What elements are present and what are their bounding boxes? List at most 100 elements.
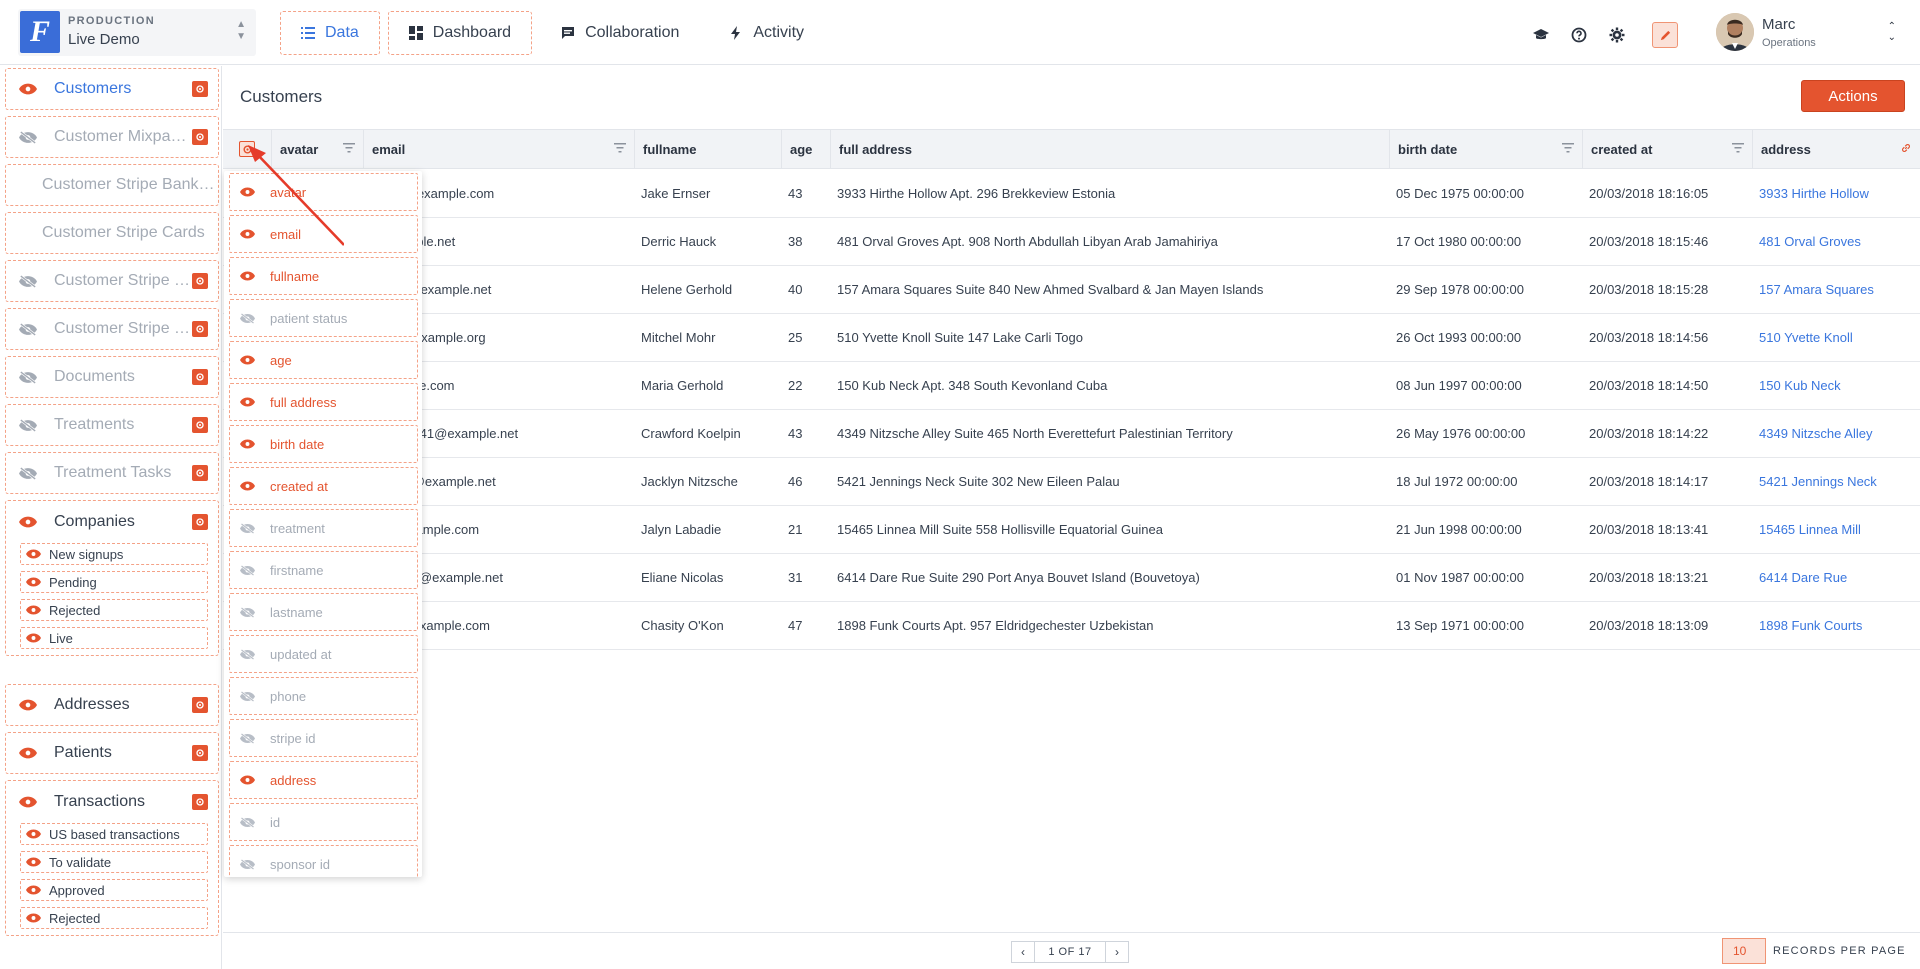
- eye-icon[interactable]: [240, 439, 258, 449]
- table-row[interactable]: @example.comMaria Gerhold22150 Kub Neck …: [223, 362, 1920, 410]
- eye-slash-icon[interactable]: [240, 816, 258, 828]
- table-row[interactable]: 9@example.netDerric Hauck38481 Orval Gro…: [223, 218, 1920, 266]
- gear-icon[interactable]: [192, 514, 208, 530]
- sidebar-item-companies[interactable]: Companies: [6, 501, 218, 543]
- eye-icon[interactable]: [240, 271, 258, 281]
- eye-icon[interactable]: [26, 549, 42, 559]
- eye-slash-icon[interactable]: [240, 648, 258, 660]
- segment-new-signups[interactable]: New signups: [20, 543, 208, 565]
- column-toggle-item[interactable]: phone: [229, 677, 418, 715]
- column-toggle-item[interactable]: patient status: [229, 299, 418, 337]
- gear-icon[interactable]: [192, 369, 208, 385]
- tab-collaboration[interactable]: Collaboration: [540, 11, 700, 55]
- eye-icon[interactable]: [16, 696, 40, 714]
- column-toggle-item[interactable]: fullname: [229, 257, 418, 295]
- eye-icon[interactable]: [26, 633, 42, 643]
- cell-address[interactable]: 6414 Dare Rue: [1759, 554, 1917, 601]
- sidebar-item-addresses[interactable]: Addresses: [5, 684, 219, 726]
- gear-icon[interactable]: [192, 417, 208, 433]
- segment-live[interactable]: Live: [20, 627, 208, 649]
- pencil-icon[interactable]: [1652, 22, 1678, 48]
- sidebar-item-customer-stripe-bank[interactable]: Customer Stripe Bank Accounts: [5, 164, 219, 206]
- eye-icon[interactable]: [16, 516, 40, 528]
- table-row[interactable]: nitzsche@example.net Jacklyn Nitzsche 46 54…: [223, 458, 1920, 506]
- segment-rejected[interactable]: Rejected: [20, 907, 208, 929]
- table-row[interactable]: nicolas42@example.net Eliane Nicolas 31 641…: [223, 554, 1920, 602]
- column-toggle-item[interactable]: id: [229, 803, 418, 841]
- help-icon[interactable]: [1570, 26, 1588, 44]
- column-header-fullname[interactable]: fullname: [634, 130, 781, 168]
- column-toggle-item[interactable]: sponsor id: [229, 845, 418, 877]
- table-row[interactable]: adie@example.comJalyn Labadie2115465 Lin…: [223, 506, 1920, 554]
- user-menu[interactable]: Marc Operations ⌃ ⌄: [1716, 13, 1896, 53]
- eye-icon[interactable]: [16, 80, 40, 98]
- eye-icon[interactable]: [26, 577, 42, 587]
- column-header-email[interactable]: email: [363, 130, 634, 168]
- eye-icon[interactable]: [240, 775, 258, 785]
- eye-icon[interactable]: [26, 605, 42, 615]
- column-header-created-at[interactable]: created at: [1582, 130, 1752, 168]
- column-toggle-item[interactable]: age: [229, 341, 418, 379]
- gear-icon[interactable]: [1608, 26, 1626, 44]
- eye-icon[interactable]: [26, 857, 42, 867]
- tab-activity[interactable]: Activity: [708, 11, 825, 55]
- sidebar-item-patients[interactable]: Patients: [5, 732, 219, 774]
- column-toggle-item[interactable]: birth date: [229, 425, 418, 463]
- filter-icon[interactable]: [614, 143, 626, 153]
- eye-slash-icon[interactable]: [16, 464, 40, 482]
- table-row[interactable]: gerhold@example.net Helene Gerhold 40 157 A…: [223, 266, 1920, 314]
- cell-address[interactable]: 3933 Hirthe Hollow: [1759, 170, 1917, 217]
- sidebar-item-customers[interactable]: Customers: [5, 68, 219, 110]
- cell-address[interactable]: 481 Orval Groves: [1759, 218, 1917, 265]
- actions-button[interactable]: Actions: [1801, 80, 1905, 112]
- records-per-page-input[interactable]: 10: [1722, 938, 1766, 964]
- eye-icon[interactable]: [26, 885, 42, 895]
- eye-icon[interactable]: [240, 481, 258, 491]
- eye-slash-icon[interactable]: [240, 690, 258, 702]
- gear-icon[interactable]: [192, 321, 208, 337]
- eye-icon[interactable]: [26, 913, 42, 923]
- cell-address[interactable]: 157 Amara Squares: [1759, 266, 1917, 313]
- filter-icon[interactable]: [343, 143, 355, 153]
- eye-slash-icon[interactable]: [16, 128, 40, 146]
- eye-icon[interactable]: [16, 744, 40, 762]
- eye-slash-icon[interactable]: [240, 522, 258, 534]
- sidebar-item-customer-stripe-invoices[interactable]: Customer Stripe Invoices: [5, 260, 219, 302]
- cell-address[interactable]: 1898 Funk Courts: [1759, 602, 1917, 649]
- eye-icon[interactable]: [240, 229, 258, 239]
- gear-icon[interactable]: [192, 465, 208, 481]
- eye-slash-icon[interactable]: [16, 272, 40, 290]
- gear-icon[interactable]: [192, 697, 208, 713]
- column-toggle-item[interactable]: stripe id: [229, 719, 418, 757]
- column-toggle-item[interactable]: address: [229, 761, 418, 799]
- column-toggle-item[interactable]: updated at: [229, 635, 418, 673]
- eye-slash-icon[interactable]: [16, 416, 40, 434]
- gear-icon[interactable]: [192, 81, 208, 97]
- gear-icon[interactable]: [192, 129, 208, 145]
- eye-icon[interactable]: [26, 829, 42, 839]
- sidebar-item-documents[interactable]: Documents: [5, 356, 219, 398]
- column-toggle-item[interactable]: lastname: [229, 593, 418, 631]
- gear-icon[interactable]: [192, 794, 208, 810]
- chevron-left-icon[interactable]: ‹: [1011, 941, 1035, 963]
- sidebar-item-customer-mixpanel[interactable]: Customer Mixpanel Events: [5, 116, 219, 158]
- eye-icon[interactable]: [240, 397, 258, 407]
- eye-slash-icon[interactable]: [240, 858, 258, 870]
- sidebar-item-customer-stripe-subscriptions[interactable]: Customer Stripe Subscriptions: [5, 308, 219, 350]
- table-row[interactable]: d_koelpin41@example.net Crawford Koelpin 4…: [223, 410, 1920, 458]
- eye-slash-icon[interactable]: [240, 312, 258, 324]
- column-toggle-item[interactable]: created at: [229, 467, 418, 505]
- sidebar-item-treatments[interactable]: Treatments: [5, 404, 219, 446]
- sidebar-item-treatment-tasks[interactable]: Treatment Tasks: [5, 452, 219, 494]
- tab-data[interactable]: Data: [280, 11, 380, 55]
- column-header-age[interactable]: age: [781, 130, 830, 168]
- column-header-full-address[interactable]: full address: [830, 130, 1389, 168]
- table-row[interactable]: nser82@example.com Jake Ernser 43 3933 Hirt…: [223, 170, 1920, 218]
- eye-slash-icon[interactable]: [240, 564, 258, 576]
- filter-icon[interactable]: [1562, 143, 1574, 153]
- eye-icon[interactable]: [240, 355, 258, 365]
- cell-address[interactable]: 5421 Jennings Neck: [1759, 458, 1917, 505]
- eye-icon[interactable]: [16, 796, 40, 808]
- graduation-cap-icon[interactable]: [1532, 26, 1550, 44]
- sidebar-item-transactions[interactable]: Transactions: [6, 781, 218, 823]
